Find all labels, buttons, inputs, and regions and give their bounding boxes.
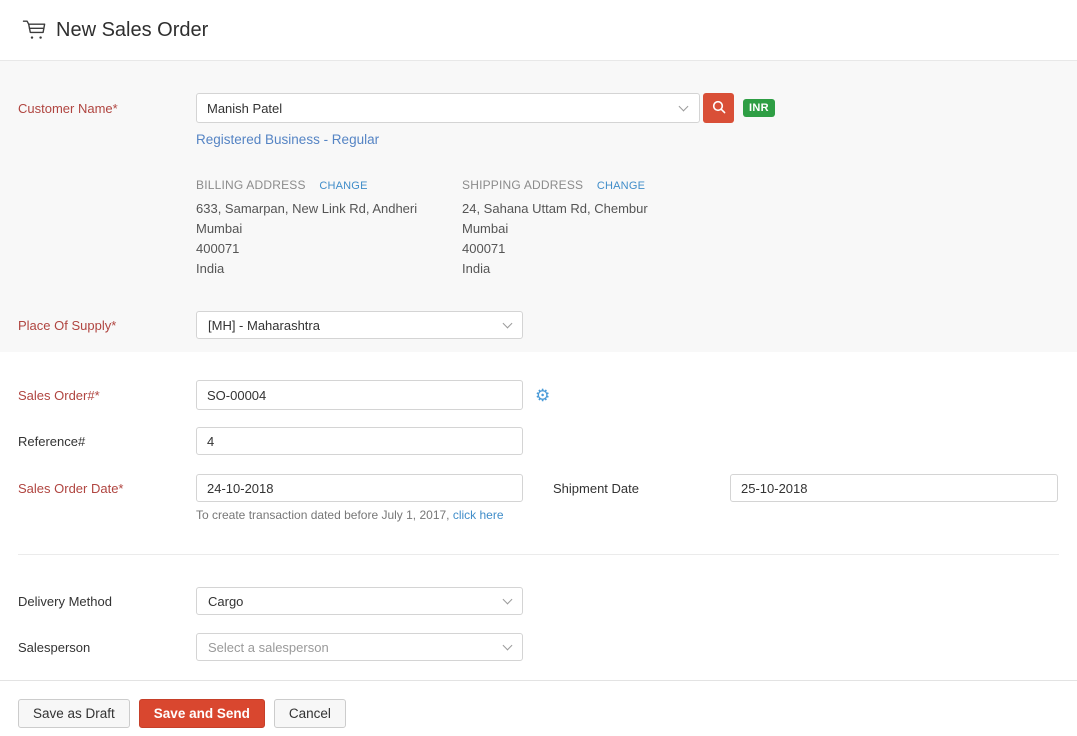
salesperson-placeholder: Select a salesperson <box>208 639 329 655</box>
customer-name-label: Customer Name* <box>18 100 118 116</box>
addresses-block: BILLING ADDRESS CHANGE 633, Samarpan, Ne… <box>196 177 1077 278</box>
shipping-address-line: 400071 <box>462 241 506 256</box>
shipping-address-heading: SHIPPING ADDRESS <box>462 178 584 192</box>
place-of-supply-select[interactable]: [MH] - Maharashtra <box>196 311 523 339</box>
customer-name-combo <box>196 93 700 123</box>
sales-order-number-row: Sales Order#* ⚙ <box>18 380 1077 410</box>
delivery-method-value: Cargo <box>208 593 244 609</box>
billing-address-line: 400071 <box>196 241 240 256</box>
customer-section: Customer Name* INR Registered Business -… <box>0 61 1077 352</box>
shipping-address-change-link[interactable]: CHANGE <box>597 180 645 192</box>
reference-row: Reference# <box>18 427 1077 455</box>
billing-address: BILLING ADDRESS CHANGE 633, Samarpan, Ne… <box>196 177 462 278</box>
chevron-down-icon <box>502 594 513 605</box>
sales-order-cart-icon <box>22 19 47 42</box>
helper-text: To create transaction dated before July … <box>196 508 450 522</box>
save-as-draft-button[interactable]: Save as Draft <box>18 699 130 728</box>
billing-address-heading: BILLING ADDRESS <box>196 178 306 192</box>
gst-treatment-link[interactable]: Registered Business - Regular <box>196 132 379 147</box>
shipment-date-input[interactable] <box>730 474 1058 502</box>
shipment-date-label: Shipment Date <box>553 480 639 496</box>
place-of-supply-value: [MH] - Maharashtra <box>208 317 320 333</box>
place-of-supply-row: Place Of Supply* [MH] - Maharashtra <box>18 311 1077 339</box>
search-icon <box>711 99 727 118</box>
sales-order-date-input[interactable] <box>196 474 523 502</box>
shipping-address: SHIPPING ADDRESS CHANGE 24, Sahana Uttam… <box>462 177 728 278</box>
click-here-link[interactable]: click here <box>453 508 504 522</box>
billing-address-change-link[interactable]: CHANGE <box>319 180 367 192</box>
customer-name-row: Customer Name* INR <box>18 93 1077 123</box>
gst-treatment-row: Registered Business - Regular <box>196 132 1077 147</box>
delivery-method-label: Delivery Method <box>18 593 112 609</box>
cancel-button[interactable]: Cancel <box>273 699 346 728</box>
currency-badge: INR <box>743 99 775 117</box>
salesperson-select[interactable]: Select a salesperson <box>196 633 523 661</box>
salesperson-row: Salesperson Select a salesperson <box>18 633 1077 661</box>
sales-order-number-input[interactable] <box>196 380 523 410</box>
place-of-supply-label: Place Of Supply* <box>18 317 117 333</box>
reference-input[interactable] <box>196 427 523 455</box>
billing-address-line: Mumbai <box>196 221 243 236</box>
chevron-down-icon <box>502 318 513 329</box>
page-title: New Sales Order <box>56 18 209 41</box>
customer-name-input[interactable] <box>196 93 700 123</box>
backdated-transaction-helper: To create transaction dated before July … <box>196 508 1077 522</box>
shipping-address-line: 24, Sahana Uttam Rd, Chembur <box>462 201 648 216</box>
delivery-method-row: Delivery Method Cargo <box>18 587 1077 615</box>
customer-search-button[interactable] <box>703 93 734 123</box>
sales-order-date-label: Sales Order Date* <box>18 480 124 496</box>
chevron-down-icon <box>502 640 513 651</box>
sales-order-number-label: Sales Order#* <box>18 387 100 403</box>
delivery-method-select[interactable]: Cargo <box>196 587 523 615</box>
reference-label: Reference# <box>18 433 86 449</box>
gear-icon[interactable]: ⚙ <box>535 387 550 404</box>
save-and-send-button[interactable]: Save and Send <box>138 699 265 728</box>
order-details-section: Sales Order#* ⚙ Reference# Sales Order D… <box>0 352 1077 661</box>
salesperson-label: Salesperson <box>18 639 91 655</box>
shipping-address-line: Mumbai <box>462 221 509 236</box>
shipping-address-line: India <box>462 261 491 276</box>
billing-address-line: 633, Samarpan, New Link Rd, Andheri <box>196 201 418 216</box>
section-divider <box>18 554 1059 555</box>
dates-row: Sales Order Date* Shipment Date <box>18 474 1077 502</box>
footer-action-bar: Save as Draft Save and Send Cancel <box>0 680 1077 735</box>
billing-address-line: India <box>196 261 225 276</box>
page-header: New Sales Order <box>0 0 1077 61</box>
